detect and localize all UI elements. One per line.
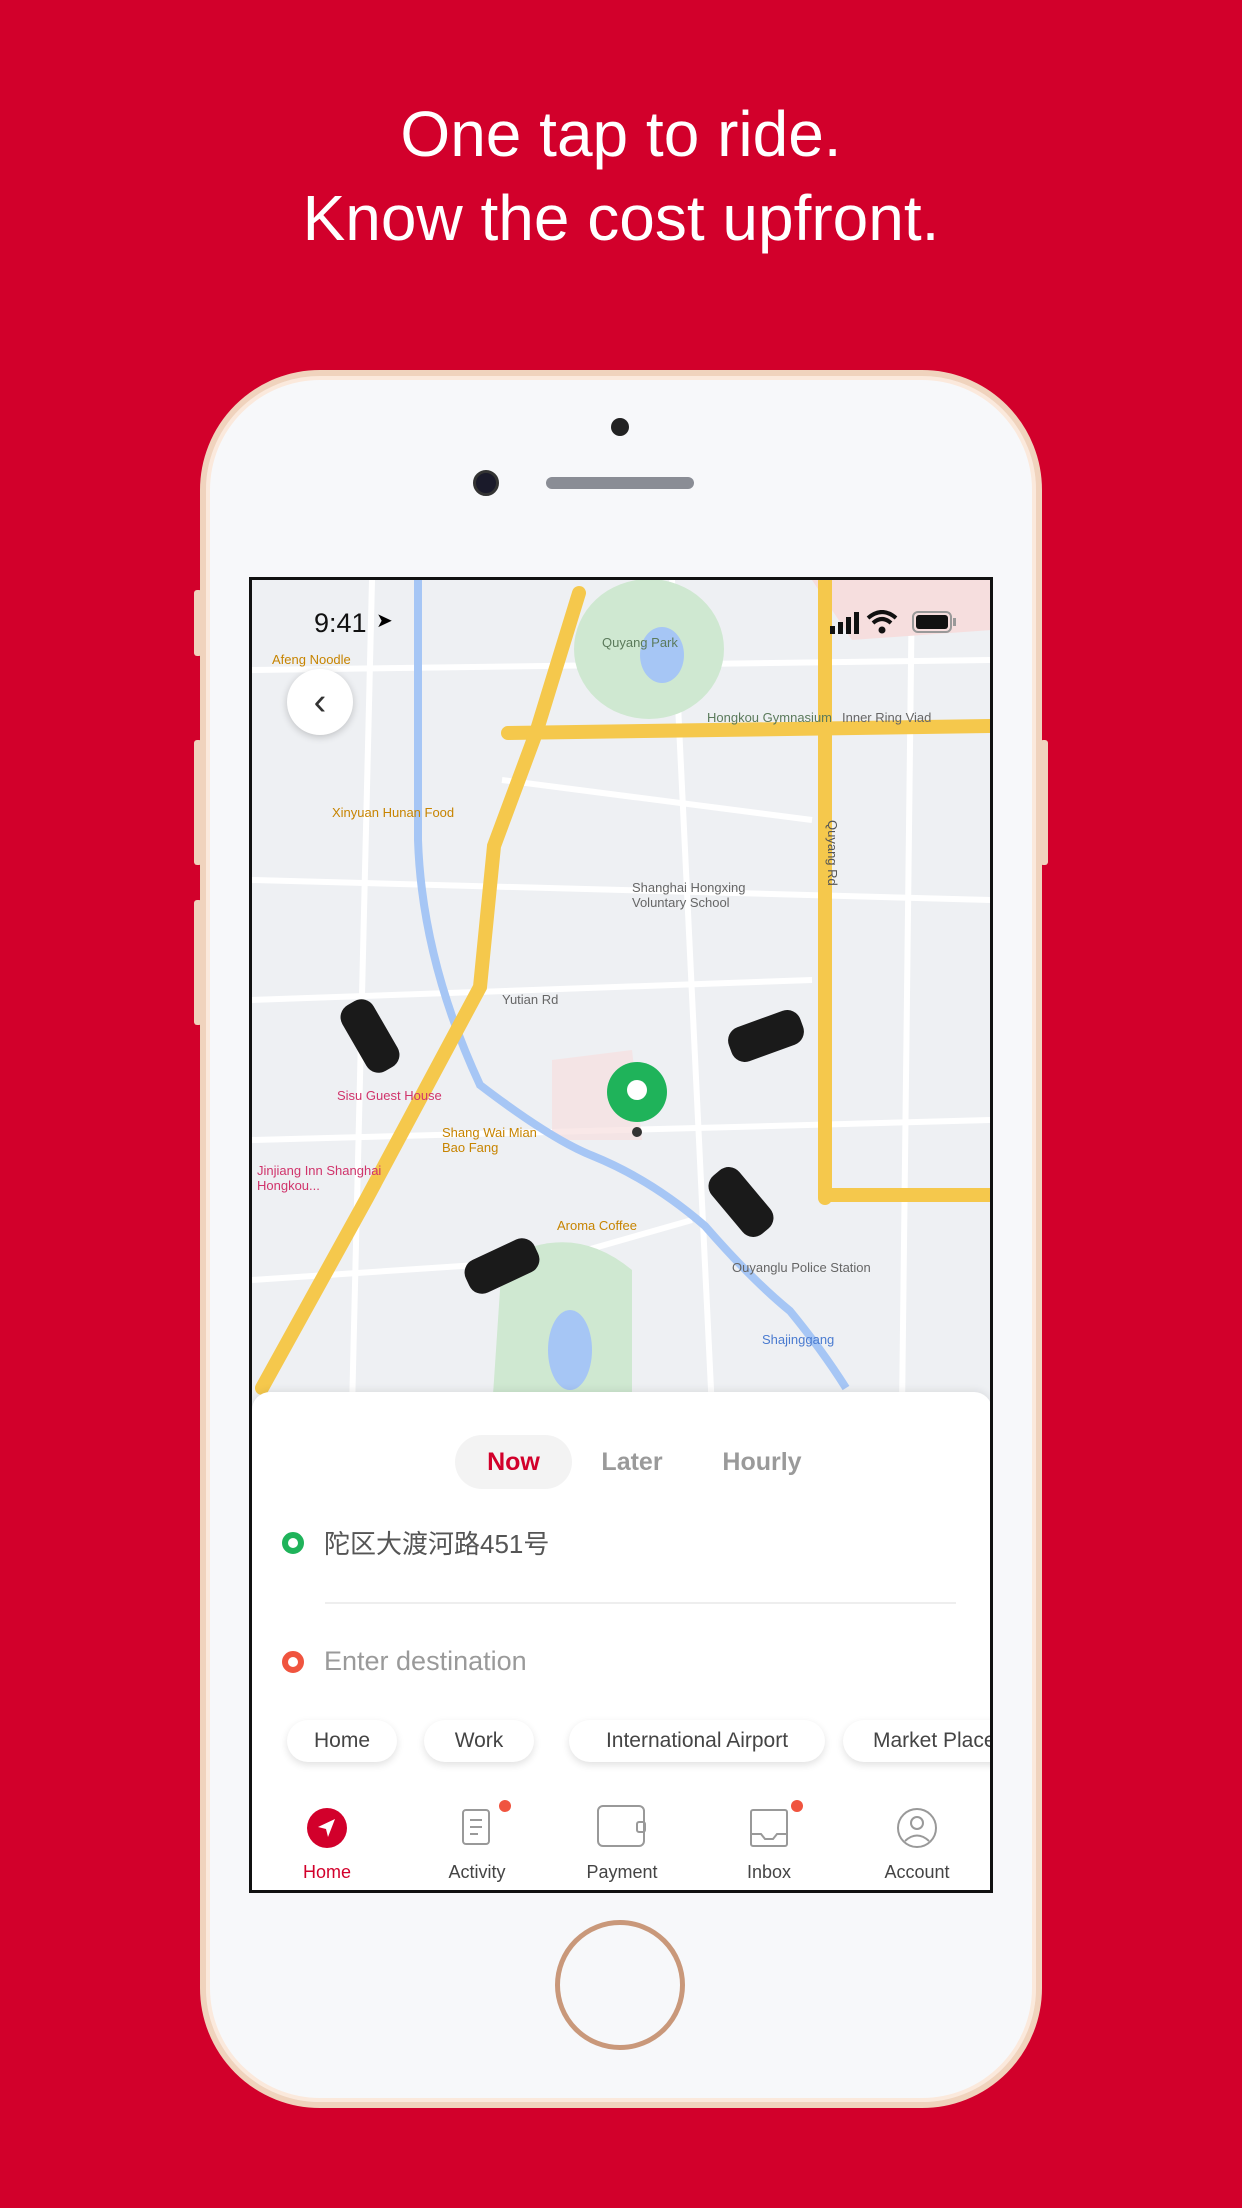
tab-inbox[interactable]: Inbox bbox=[709, 1786, 829, 1890]
back-button[interactable]: ‹ bbox=[287, 669, 353, 735]
pickup-value: 陀区大渡河路451号 bbox=[324, 1529, 550, 1559]
map-label-quyang-rd: Quyang Rd bbox=[825, 820, 840, 886]
divider bbox=[325, 1602, 956, 1604]
proximity-sensor bbox=[611, 418, 629, 436]
inbox-icon bbox=[750, 1809, 788, 1847]
map-label: Yutian Rd bbox=[502, 992, 559, 1007]
map-label: Shanghai Hongxing Voluntary School bbox=[632, 880, 746, 910]
wallet-icon bbox=[597, 1805, 646, 1847]
map-label: Afeng Noodle bbox=[272, 652, 351, 667]
shortcut-market-place[interactable]: Market Place bbox=[843, 1720, 990, 1762]
status-time: 9:41 bbox=[314, 608, 367, 638]
power-button bbox=[1040, 740, 1048, 865]
map-label: Shang Wai Mian Bao Fang bbox=[442, 1125, 537, 1155]
shortcut-airport[interactable]: International Airport bbox=[569, 1720, 825, 1762]
navigation-icon bbox=[307, 1808, 347, 1848]
map-label: Shajinggang bbox=[762, 1332, 835, 1347]
map-label: Xinyuan Hunan Food bbox=[332, 805, 455, 820]
app-screen: Quyang Park Hongkou Gymnasium Inner Ring… bbox=[249, 577, 993, 1893]
map-label: Ouyanglu Police Station bbox=[732, 1260, 871, 1275]
tab-activity[interactable]: Activity bbox=[417, 1786, 537, 1890]
headline: One tap to ride. Know the cost upfront. bbox=[0, 92, 1242, 260]
chevron-left-icon: ‹ bbox=[313, 680, 327, 723]
user-icon bbox=[897, 1808, 937, 1848]
tab-payment[interactable]: Payment bbox=[562, 1786, 682, 1890]
volume-up-button bbox=[194, 740, 202, 865]
tab-label: Payment bbox=[586, 1862, 658, 1882]
volume-down-button bbox=[194, 900, 202, 1025]
map-view[interactable]: Quyang Park Hongkou Gymnasium Inner Ring… bbox=[252, 580, 990, 1411]
location-arrow-icon: ➤ bbox=[376, 610, 393, 632]
pickup-field[interactable]: 陀区大渡河路451号 bbox=[282, 1524, 549, 1561]
signal-icon bbox=[830, 612, 859, 634]
map-label: Sisu Guest House bbox=[337, 1088, 442, 1103]
tab-label: Account bbox=[884, 1862, 950, 1882]
home-button bbox=[555, 1920, 685, 2050]
inbox-badge bbox=[791, 1800, 803, 1812]
destination-field[interactable]: Enter destination bbox=[282, 1646, 527, 1677]
destination-dot-icon bbox=[282, 1650, 304, 1673]
tab-label: Inbox bbox=[746, 1862, 792, 1882]
map-label: Jinjiang Inn Shanghai Hongkou... bbox=[257, 1163, 382, 1193]
headline-line-1: One tap to ride. bbox=[400, 98, 842, 170]
wifi-icon bbox=[866, 610, 898, 634]
receipt-icon bbox=[462, 1809, 490, 1845]
pickup-dot-icon bbox=[282, 1531, 304, 1554]
map-label: Hongkou Gymnasium bbox=[707, 710, 832, 725]
mode-now[interactable]: Now bbox=[455, 1435, 572, 1489]
map-label: Inner Ring Viad bbox=[842, 710, 932, 725]
map-canvas bbox=[252, 580, 990, 1411]
front-camera bbox=[473, 470, 499, 496]
status-bar: 9:41 ➤ bbox=[252, 602, 990, 642]
battery-icon bbox=[912, 611, 956, 633]
tab-label: Activity bbox=[448, 1862, 506, 1882]
shortcut-home[interactable]: Home bbox=[287, 1720, 397, 1762]
tab-label: Home bbox=[302, 1862, 351, 1882]
mode-hourly[interactable]: Hourly bbox=[702, 1435, 822, 1489]
tab-bar: Home Activity Payment Inbox Account bbox=[252, 1786, 990, 1890]
activity-badge bbox=[499, 1800, 511, 1812]
earpiece-speaker bbox=[546, 477, 694, 489]
map-label: Aroma Coffee bbox=[557, 1218, 637, 1233]
mode-later[interactable]: Later bbox=[582, 1435, 682, 1489]
tab-account[interactable]: Account bbox=[857, 1786, 977, 1890]
destination-placeholder: Enter destination bbox=[324, 1646, 527, 1676]
shortcut-work[interactable]: Work bbox=[424, 1720, 534, 1762]
mute-switch bbox=[194, 590, 202, 656]
booking-sheet: Now Later Hourly 陀区大渡河路451号 Enter destin… bbox=[252, 1392, 990, 1786]
tab-home[interactable]: Home bbox=[267, 1786, 387, 1890]
headline-line-2: Know the cost upfront. bbox=[302, 182, 940, 254]
